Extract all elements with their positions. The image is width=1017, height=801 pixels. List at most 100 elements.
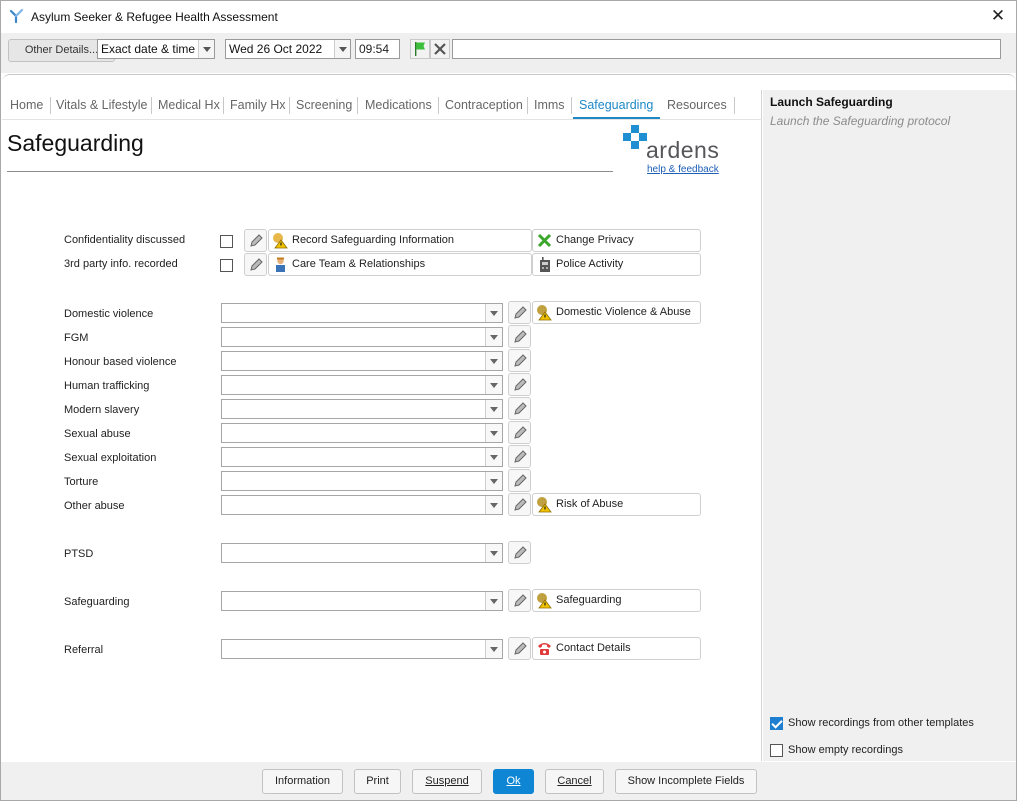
tab-medical-hx[interactable]: Medical Hx bbox=[152, 93, 224, 119]
close-icon[interactable]: ✕ bbox=[988, 6, 1008, 26]
free-text-input[interactable] bbox=[452, 39, 1001, 59]
tab-imms[interactable]: Imms bbox=[528, 93, 572, 119]
contact-details-button[interactable]: Contact Details bbox=[532, 637, 701, 660]
human-trafficking-select[interactable] bbox=[221, 375, 503, 395]
edit-pencil-icon[interactable] bbox=[508, 493, 531, 516]
safeguarding-label: Safeguarding bbox=[64, 596, 130, 608]
checkbox-unchecked-icon[interactable] bbox=[770, 744, 783, 757]
title-divider bbox=[7, 171, 613, 172]
ptsd-label: PTSD bbox=[64, 548, 94, 560]
side-panel: Launch Safeguarding Launch the Safeguard… bbox=[763, 90, 1016, 761]
edit-pencil-icon[interactable] bbox=[244, 253, 267, 276]
launch-safeguarding-description: Launch the Safeguarding protocol bbox=[770, 114, 951, 128]
chevron-down-icon[interactable] bbox=[485, 472, 502, 490]
assessment-window: Asylum Seeker & Refugee Health Assessmen… bbox=[0, 0, 1017, 801]
time-input[interactable]: 09:54 bbox=[355, 39, 400, 59]
cancel-button[interactable]: Cancel bbox=[545, 769, 604, 794]
edit-pencil-icon[interactable] bbox=[508, 469, 531, 492]
referral-select[interactable] bbox=[221, 639, 503, 659]
tab-vitals-lifestyle[interactable]: Vitals & Lifestyle bbox=[51, 93, 152, 119]
chevron-down-icon[interactable] bbox=[485, 496, 502, 514]
third-party-checkbox[interactable] bbox=[220, 259, 233, 272]
date-picker[interactable]: Wed 26 Oct 2022 bbox=[225, 39, 351, 59]
information-button[interactable]: Information bbox=[262, 769, 343, 794]
chevron-down-icon[interactable] bbox=[485, 304, 502, 322]
chevron-down-icon[interactable] bbox=[485, 328, 502, 346]
tab-home[interactable]: Home bbox=[6, 93, 51, 119]
confidentiality-label: Confidentiality discussed bbox=[64, 234, 186, 246]
safeguarding-action-button[interactable]: Safeguarding bbox=[532, 589, 701, 612]
person-icon bbox=[276, 257, 285, 272]
edit-pencil-icon[interactable] bbox=[508, 445, 531, 468]
safeguarding-warning-icon bbox=[537, 593, 552, 609]
show-other-templates-toggle[interactable]: Show recordings from other templates bbox=[770, 717, 1010, 733]
chevron-down-icon[interactable] bbox=[485, 352, 502, 370]
edit-pencil-icon[interactable] bbox=[508, 349, 531, 372]
launch-safeguarding-title[interactable]: Launch Safeguarding bbox=[770, 95, 893, 109]
tab-contraception[interactable]: Contraception bbox=[439, 93, 528, 119]
ok-button[interactable]: Ok bbox=[493, 769, 534, 794]
safeguarding-warning-icon bbox=[537, 497, 552, 513]
tab-label: Medical Hx bbox=[158, 98, 220, 112]
tab-label: Screening bbox=[296, 98, 353, 112]
checkbox-checked-icon[interactable] bbox=[770, 717, 783, 730]
tab-resources[interactable]: Resources bbox=[660, 93, 735, 119]
sexual-exploitation-select[interactable] bbox=[221, 447, 503, 467]
chevron-down-icon[interactable] bbox=[485, 424, 502, 442]
date-mode-select[interactable]: Exact date & time bbox=[97, 39, 215, 59]
domestic-violence-select[interactable] bbox=[221, 303, 503, 323]
care-team-relationships-button[interactable]: Care Team & Relationships bbox=[268, 253, 532, 276]
chevron-down-icon[interactable] bbox=[198, 40, 214, 58]
show-empty-recordings-toggle[interactable]: Show empty recordings bbox=[770, 744, 1010, 760]
tab-safeguarding[interactable]: Safeguarding bbox=[573, 93, 660, 119]
edit-pencil-icon[interactable] bbox=[508, 421, 531, 444]
page-title: Safeguarding bbox=[7, 130, 144, 156]
print-button[interactable]: Print bbox=[354, 769, 401, 794]
ptsd-select[interactable] bbox=[221, 543, 503, 563]
record-safeguarding-info-button[interactable]: Record Safeguarding Information bbox=[268, 229, 532, 252]
chevron-down-icon[interactable] bbox=[485, 400, 502, 418]
chevron-down-icon[interactable] bbox=[485, 544, 502, 562]
tab-family-hx[interactable]: Family Hx bbox=[224, 93, 290, 119]
edit-pencil-icon[interactable] bbox=[508, 397, 531, 420]
chevron-down-icon[interactable] bbox=[334, 40, 350, 58]
suspend-button[interactable]: Suspend bbox=[412, 769, 482, 794]
edit-pencil-icon[interactable] bbox=[508, 637, 531, 660]
chevron-down-icon[interactable] bbox=[485, 448, 502, 466]
tab-underline bbox=[2, 119, 762, 120]
fgm-label: FGM bbox=[64, 332, 89, 344]
torture-select[interactable] bbox=[221, 471, 503, 491]
sexual-abuse-select[interactable] bbox=[221, 423, 503, 443]
fgm-select[interactable] bbox=[221, 327, 503, 347]
confidentiality-checkbox[interactable] bbox=[220, 235, 233, 248]
tab-label: Safeguarding bbox=[579, 98, 654, 112]
change-privacy-button[interactable]: Change Privacy bbox=[532, 229, 701, 252]
safeguarding-select[interactable] bbox=[221, 591, 503, 611]
chevron-down-icon[interactable] bbox=[485, 640, 502, 658]
tab-medications[interactable]: Medications bbox=[358, 93, 439, 119]
telephone-icon bbox=[538, 643, 551, 655]
chevron-down-icon[interactable] bbox=[485, 376, 502, 394]
edit-pencil-icon[interactable] bbox=[244, 229, 267, 252]
police-activity-button[interactable]: Police Activity bbox=[532, 253, 701, 276]
third-party-label: 3rd party info. recorded bbox=[64, 258, 178, 270]
flag-icon[interactable] bbox=[410, 39, 430, 59]
action-label: Risk of Abuse bbox=[556, 498, 624, 510]
help-feedback-link[interactable]: help & feedback bbox=[647, 164, 719, 175]
domestic-violence-abuse-button[interactable]: Domestic Violence & Abuse bbox=[532, 301, 701, 324]
edit-pencil-icon[interactable] bbox=[508, 325, 531, 348]
edit-pencil-icon[interactable] bbox=[508, 301, 531, 324]
tab-screening[interactable]: Screening bbox=[290, 93, 358, 119]
edit-pencil-icon[interactable] bbox=[508, 589, 531, 612]
risk-of-abuse-button[interactable]: Risk of Abuse bbox=[532, 493, 701, 516]
honour-based-violence-select[interactable] bbox=[221, 351, 503, 371]
modern-slavery-select[interactable] bbox=[221, 399, 503, 419]
clear-icon[interactable] bbox=[430, 39, 450, 59]
other-abuse-select[interactable] bbox=[221, 495, 503, 515]
edit-pencil-icon[interactable] bbox=[508, 373, 531, 396]
date-mode-value: Exact date & time bbox=[101, 42, 196, 56]
edit-pencil-icon[interactable] bbox=[508, 541, 531, 564]
chevron-down-icon[interactable] bbox=[485, 592, 502, 610]
show-incomplete-fields-button[interactable]: Show Incomplete Fields bbox=[615, 769, 757, 794]
tab-label: Resources bbox=[667, 98, 727, 112]
